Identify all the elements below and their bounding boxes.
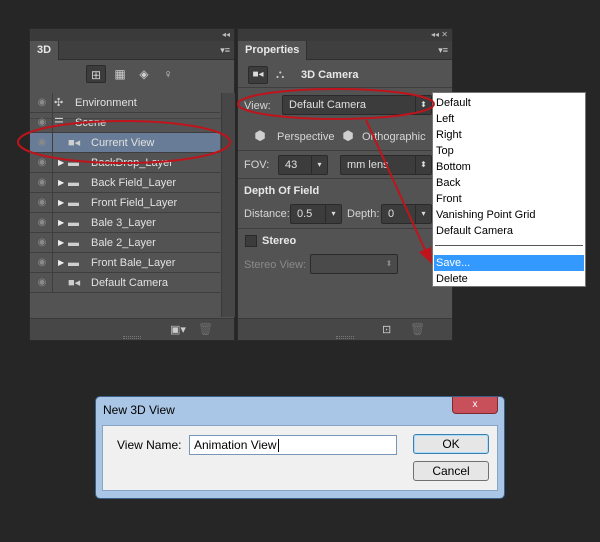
close-icon[interactable]: x — [452, 397, 498, 414]
dialog-title: New 3D View — [103, 403, 175, 417]
annotation-ellipse-view — [237, 88, 435, 120]
annotation-ellipse-current-view — [17, 120, 231, 164]
view-name-input[interactable]: Animation View — [189, 435, 397, 455]
view-name-value: Animation View — [194, 438, 277, 452]
text-caret — [277, 439, 279, 453]
ok-button[interactable]: OK — [413, 434, 489, 454]
view-name-label: View Name: — [117, 438, 182, 452]
annotation-arrow-head — [419, 247, 432, 264]
dialog-body: View Name: Animation View OK Cancel — [102, 425, 498, 491]
annotation-arrow-line — [365, 119, 427, 253]
new-3d-view-dialog: New 3D View x View Name: Animation View … — [95, 396, 505, 499]
cancel-button[interactable]: Cancel — [413, 461, 489, 481]
